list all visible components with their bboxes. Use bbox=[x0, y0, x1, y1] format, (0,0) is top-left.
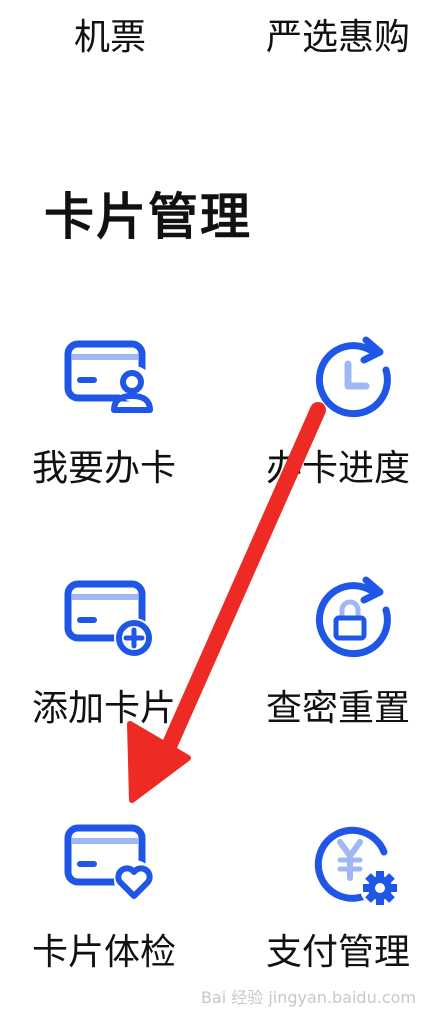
card-user-icon bbox=[62, 334, 158, 430]
add-card-label: 添加卡片 bbox=[32, 688, 177, 729]
card-heart-icon bbox=[62, 818, 158, 914]
payment-management-label: 支付管理 bbox=[266, 932, 411, 973]
card-progress-label: 办卡进度 bbox=[266, 448, 411, 489]
section-title-card-management: 卡片管理 bbox=[44, 188, 252, 246]
apply-card-button[interactable]: 我要办卡 bbox=[32, 334, 232, 534]
card-checkup-label: 卡片体检 bbox=[32, 932, 177, 973]
add-card-button[interactable]: 添加卡片 bbox=[32, 574, 232, 774]
yuan-gear-icon bbox=[308, 818, 404, 914]
watermark-text: Bai 经验 jingyan.baidu.com bbox=[200, 988, 416, 1007]
clock-refresh-icon bbox=[308, 334, 404, 430]
lock-refresh-icon bbox=[308, 574, 404, 670]
apply-card-label: 我要办卡 bbox=[32, 448, 177, 489]
password-reset-label: 查密重置 bbox=[266, 688, 411, 729]
card-add-icon bbox=[62, 574, 158, 670]
password-reset-button[interactable]: 查密重置 bbox=[266, 574, 428, 774]
yanxuan-service-label[interactable]: 严选惠购 bbox=[266, 12, 410, 64]
card-progress-button[interactable]: 办卡进度 bbox=[266, 334, 428, 534]
flight-service-label[interactable]: 机票 bbox=[74, 12, 146, 64]
